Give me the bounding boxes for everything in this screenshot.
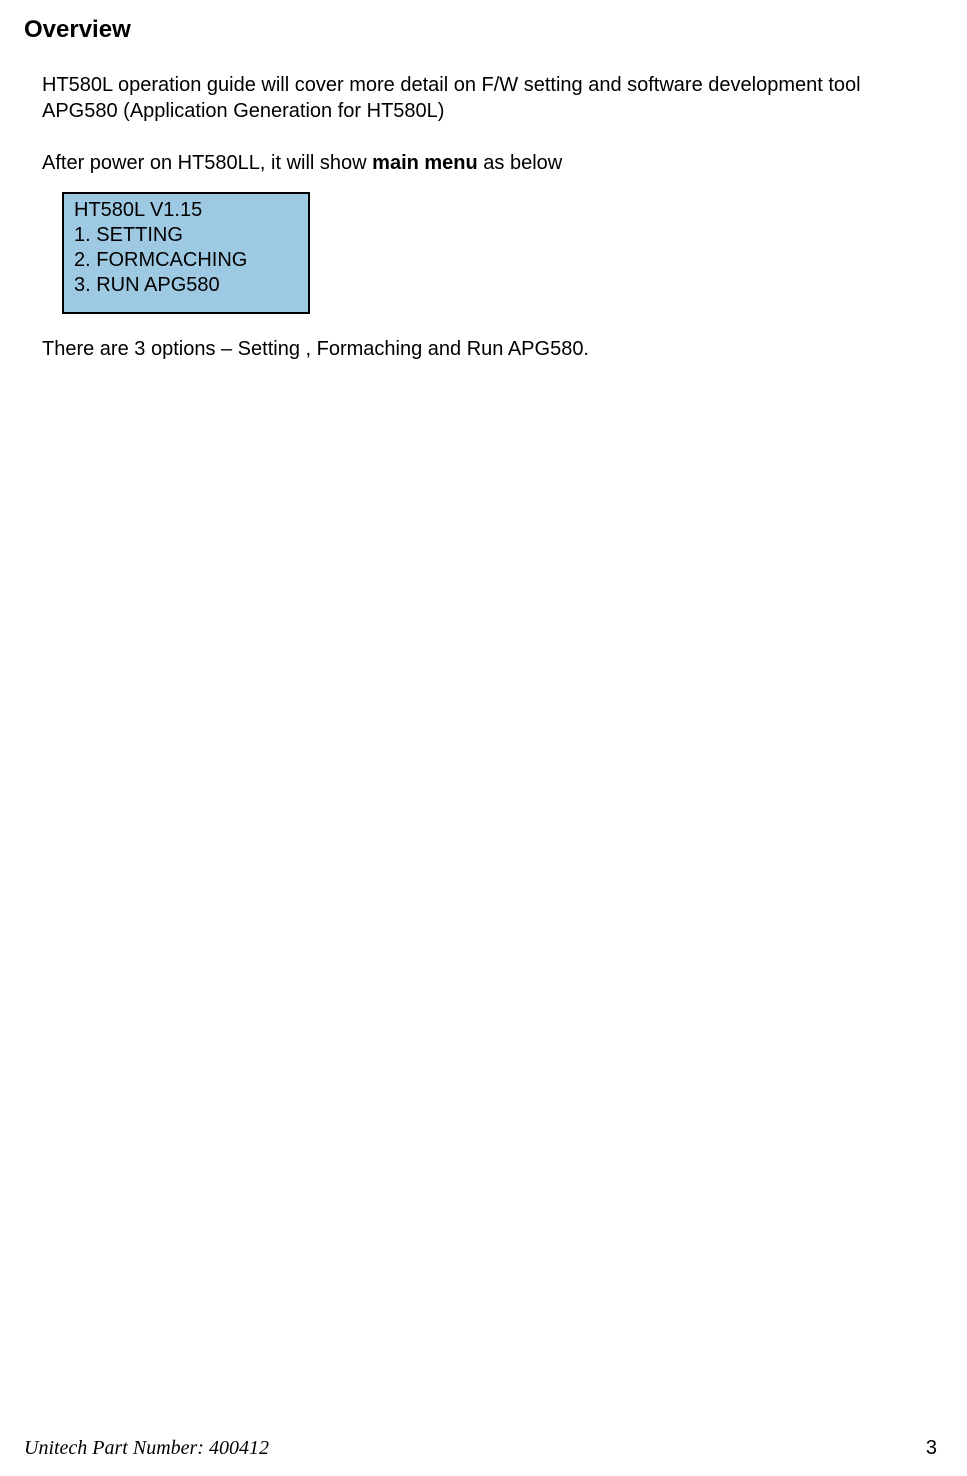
menu-item-3: 3. RUN APG580 xyxy=(74,273,298,298)
menu-title: HT580L V1.15 xyxy=(74,198,298,223)
poweron-bold: main menu xyxy=(372,152,478,174)
poweron-prefix: After power on HT580LL, it will show xyxy=(42,152,372,174)
section-heading: Overview xyxy=(24,16,937,44)
intro-paragraph: HT580L operation guide will cover more d… xyxy=(42,72,937,124)
menu-item-2: 2. FORMCACHING xyxy=(74,248,298,273)
footer-partnum: Unitech Part Number: 400412 xyxy=(24,1437,269,1460)
options-paragraph: There are 3 options – Setting , Formachi… xyxy=(42,336,937,362)
footer: Unitech Part Number: 400412 3 xyxy=(0,1437,967,1460)
main-menu-box: HT580L V1.15 1. SETTING 2. FORMCACHING 3… xyxy=(62,192,310,314)
page-content: Overview HT580L operation guide will cov… xyxy=(0,0,967,362)
poweron-suffix: as below xyxy=(478,152,563,174)
poweron-paragraph: After power on HT580LL, it will show mai… xyxy=(42,150,937,176)
menu-item-1: 1. SETTING xyxy=(74,223,298,248)
page-number: 3 xyxy=(926,1437,937,1460)
